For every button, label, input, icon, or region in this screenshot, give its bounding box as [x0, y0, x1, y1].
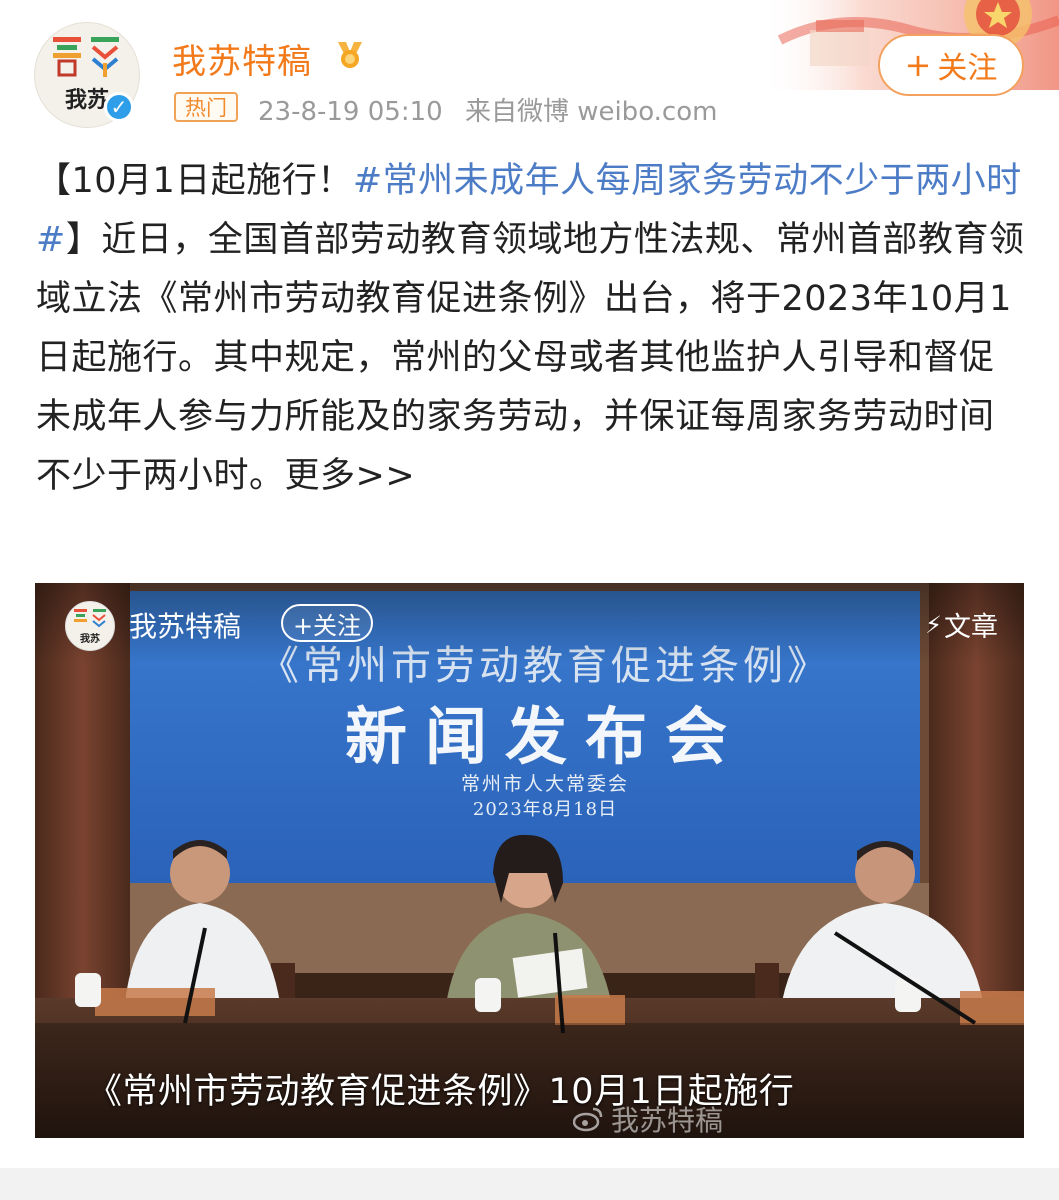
svg-text:我苏: 我苏 [80, 632, 100, 645]
username[interactable]: 我苏特稿 [172, 34, 312, 83]
video-card[interactable]: 《常州市劳动教育促进条例》 新闻发布会 常州市人大常委会 2023年8月18日 … [35, 583, 1024, 1138]
post-source: 来自微博 weibo.com [464, 97, 718, 127]
video-username[interactable]: 我苏特稿 [129, 605, 241, 645]
more-link[interactable]: 更多>> [285, 456, 416, 496]
medal-icon [338, 42, 362, 68]
watermark-text: 我苏特稿 [611, 1104, 724, 1137]
follow-label: 关注 [937, 51, 998, 86]
banner-organization: 常州市人大常委会 [460, 773, 629, 795]
video-avatar-logo-icon: 我苏 [74, 609, 106, 645]
banner-main-title: 新闻发布会 [344, 700, 745, 773]
post-meta: 23-8-19 05:10 来自微博 weibo.com [258, 91, 731, 128]
post-body: 近日，全国首部劳动教育领域地方性法规、常州首部教育领域立法《常州市劳动教育促进条… [36, 220, 1025, 496]
post-text: 【10月1日起施行！#常州未成年人每周家务劳动不少于两小时#】近日，全国首部劳动… [36, 152, 1026, 506]
article-label: 文章 [944, 612, 998, 643]
article-link[interactable]: ⚡ 文章 [925, 605, 998, 644]
svg-text:我苏: 我苏 [65, 87, 109, 113]
video-follow-button[interactable]: +关注 [281, 604, 373, 642]
verified-badge-icon: ✓ [104, 92, 134, 122]
lightning-icon: ⚡ [925, 610, 942, 639]
hot-tag: 热门 [174, 92, 238, 122]
post-time: 23-8-19 05:10 [258, 97, 443, 127]
post-title-suffix: 】 [65, 220, 102, 260]
post-header: 我苏 ✓ 我苏特稿 热门 23-8-19 05:10 来自微博 weibo.co… [0, 0, 1059, 140]
post-title-prefix: 【10月1日起施行！ [36, 161, 353, 201]
weibo-watermark: 我苏特稿 [573, 1099, 723, 1138]
weibo-logo-icon [573, 1107, 603, 1132]
video-user-avatar[interactable]: 我苏 [65, 601, 115, 651]
banner-date: 2023年8月18日 [472, 799, 618, 820]
plus-icon: + [904, 46, 932, 84]
bottom-separator [0, 1168, 1059, 1200]
follow-button[interactable]: + 关注 [878, 34, 1024, 96]
